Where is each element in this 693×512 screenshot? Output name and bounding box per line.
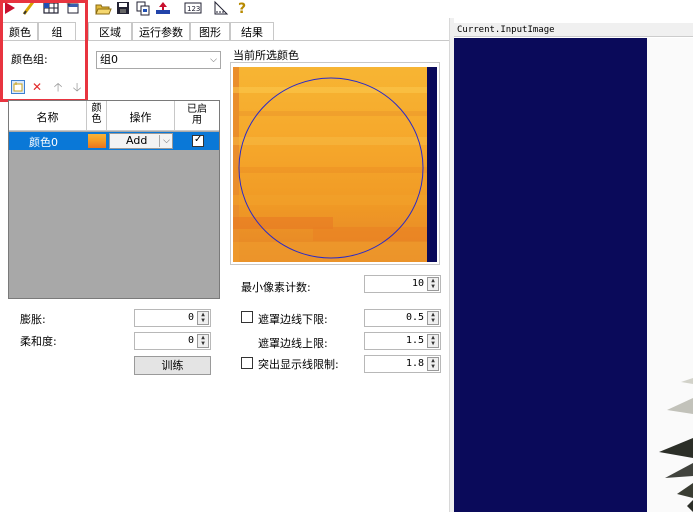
spinner-arrows-icon[interactable]: ▲ ▼ bbox=[427, 334, 439, 348]
table-row[interactable]: 颜色0 Add ⌵ ✓ bbox=[9, 132, 219, 150]
tab-graphics-label: 图形 bbox=[199, 26, 221, 39]
min-pixels-label: 最小像素计数: bbox=[241, 281, 311, 294]
color-group-value: 组0 bbox=[100, 53, 118, 66]
operation-divider bbox=[159, 135, 160, 147]
chevron-down-icon: ⌵ bbox=[210, 55, 217, 65]
dilate-label: 膨胀: bbox=[20, 313, 46, 326]
column-header-operation[interactable]: 操作 bbox=[107, 101, 175, 131]
chevron-down-icon: ⌵ bbox=[163, 136, 170, 146]
spinner-arrows-icon[interactable]: ▲ ▼ bbox=[427, 357, 439, 371]
numeric-123-icon[interactable]: 123 bbox=[184, 0, 202, 16]
dilate-value: 0 bbox=[187, 312, 194, 323]
spinner-arrows-icon[interactable]: ▲ ▼ bbox=[197, 311, 209, 325]
mask-lower-label: 遮罩边线下限: bbox=[258, 313, 328, 326]
mask-upper-value: 1.5 bbox=[405, 335, 424, 346]
open-folder-icon[interactable] bbox=[94, 0, 112, 16]
highlight-limit-checkbox[interactable] bbox=[241, 357, 253, 369]
soften-spinner[interactable]: 0 ▲ ▼ bbox=[134, 332, 211, 350]
mask-lower-checkbox[interactable] bbox=[241, 311, 253, 323]
column-header-name[interactable]: 名称 bbox=[9, 101, 87, 131]
highlight-box bbox=[0, 0, 88, 102]
image-foliage bbox=[659, 378, 693, 512]
tab-region-label: 区域 bbox=[99, 26, 121, 39]
svg-text:?: ? bbox=[238, 1, 246, 16]
copy-icon[interactable] bbox=[134, 0, 152, 16]
soften-value: 0 bbox=[187, 335, 194, 346]
color-group-select[interactable]: 组0 ⌵ bbox=[96, 51, 221, 69]
tab-run-params[interactable]: 运行参数 bbox=[132, 22, 190, 41]
row-operation-value: Add bbox=[126, 134, 148, 147]
mask-upper-spinner[interactable]: 1.5 ▲ ▼ bbox=[364, 332, 441, 350]
highlight-limit-spinner[interactable]: 1.8 ▲ ▼ bbox=[364, 355, 441, 373]
row-operation-select[interactable]: Add ⌵ bbox=[109, 133, 173, 149]
ruler-icon[interactable] bbox=[212, 0, 230, 16]
color-upload-icon[interactable] bbox=[154, 0, 172, 16]
tab-results[interactable]: 结果 bbox=[230, 22, 274, 41]
current-color-preview bbox=[233, 67, 437, 262]
column-header-name-label: 名称 bbox=[36, 111, 59, 124]
dilate-spinner[interactable]: 0 ▲ ▼ bbox=[134, 309, 211, 327]
tab-run-params-label: 运行参数 bbox=[139, 26, 183, 39]
column-header-operation-label: 操作 bbox=[129, 111, 152, 124]
train-button-label: 训练 bbox=[161, 359, 184, 372]
svg-text:123: 123 bbox=[187, 5, 200, 13]
checkmark-icon: ✓ bbox=[194, 134, 203, 145]
row-color-swatch[interactable] bbox=[88, 134, 106, 148]
spinner-arrows-icon[interactable]: ▲ ▼ bbox=[197, 334, 209, 348]
tab-region[interactable]: 区域 bbox=[88, 22, 132, 41]
mask-lower-spinner[interactable]: 0.5 ▲ ▼ bbox=[364, 309, 441, 327]
image-panel-title: Current.InputImage bbox=[454, 23, 693, 37]
min-pixels-spinner[interactable]: 10 ▲ ▼ bbox=[364, 275, 441, 293]
train-button[interactable]: 训练 bbox=[134, 356, 211, 375]
image-display[interactable] bbox=[454, 38, 693, 512]
color-table[interactable]: 名称 颜 色 操作 已启 用 颜色0 Add ⌵ ✓ bbox=[8, 100, 220, 299]
spinner-arrows-icon[interactable]: ▲ ▼ bbox=[427, 311, 439, 325]
soften-label: 柔和度: bbox=[20, 335, 57, 348]
current-color-label: 当前所选颜色 bbox=[233, 49, 299, 62]
image-navy-region bbox=[454, 38, 647, 512]
highlight-limit-label: 突出显示线限制: bbox=[258, 358, 339, 371]
column-header-color[interactable]: 颜 色 bbox=[87, 101, 107, 131]
tab-graphics[interactable]: 图形 bbox=[190, 22, 230, 41]
mask-lower-value: 0.5 bbox=[405, 312, 424, 323]
column-header-enabled-label: 已启 用 bbox=[187, 104, 207, 126]
row-name: 颜色0 bbox=[29, 136, 58, 149]
spinner-arrows-icon[interactable]: ▲ ▼ bbox=[427, 277, 439, 291]
highlight-limit-value: 1.8 bbox=[405, 358, 424, 369]
column-header-color-label: 颜 色 bbox=[91, 103, 102, 125]
save-icon[interactable] bbox=[114, 0, 132, 16]
row-enabled-checkbox[interactable]: ✓ bbox=[192, 134, 204, 147]
toolbar: + 123 ? bbox=[0, 0, 693, 18]
column-header-enabled[interactable]: 已启 用 bbox=[175, 101, 219, 131]
min-pixels-value: 10 bbox=[411, 278, 424, 289]
help-icon[interactable]: ? bbox=[234, 0, 252, 16]
tab-results-label: 结果 bbox=[241, 26, 263, 39]
mask-upper-label: 遮罩边线上限: bbox=[258, 337, 328, 350]
